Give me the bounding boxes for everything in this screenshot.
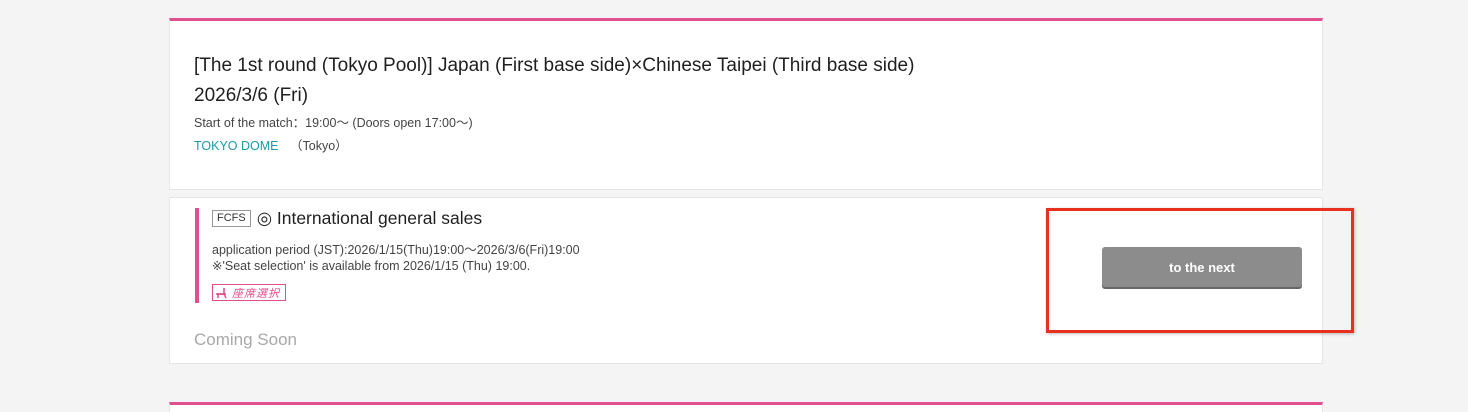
sale-header: FCFS ◎ International general sales [212, 208, 482, 229]
application-period: application period (JST):2026/1/15(Thu)1… [212, 243, 580, 257]
seat-selection-badge: 座席選択 [212, 284, 286, 301]
event-date: 2026/3/6 (Fri) [194, 85, 309, 106]
venue-row: TOKYO DOME （Tokyo） [194, 135, 348, 154]
event-title: [The 1st round (Tokyo Pool)] Japan (Firs… [194, 55, 915, 76]
sale-title: ◎ International general sales [256, 208, 483, 228]
event-start-time: Start of the match：19:00～ (Doors open 17… [194, 116, 473, 130]
page: [The 1st round (Tokyo Pool)] Japan (Firs… [0, 0, 1468, 412]
next-event-card [169, 402, 1323, 412]
sale-card: FCFS ◎ International general sales appli… [169, 197, 1323, 364]
sale-accent-bar [195, 208, 199, 303]
seat-badge-label: 座席選択 [232, 287, 280, 300]
chair-icon [216, 287, 227, 298]
event-card: [The 1st round (Tokyo Pool)] Japan (Firs… [169, 18, 1323, 190]
fcfs-badge: FCFS [212, 210, 251, 227]
venue-link[interactable]: TOKYO DOME [194, 139, 279, 153]
status-coming-soon: Coming Soon [194, 330, 298, 349]
to-the-next-button[interactable]: to the next [1102, 247, 1302, 287]
venue-location: （Tokyo） [290, 139, 348, 153]
seat-selection-note: ※'Seat selection' is available from 2026… [212, 259, 531, 273]
